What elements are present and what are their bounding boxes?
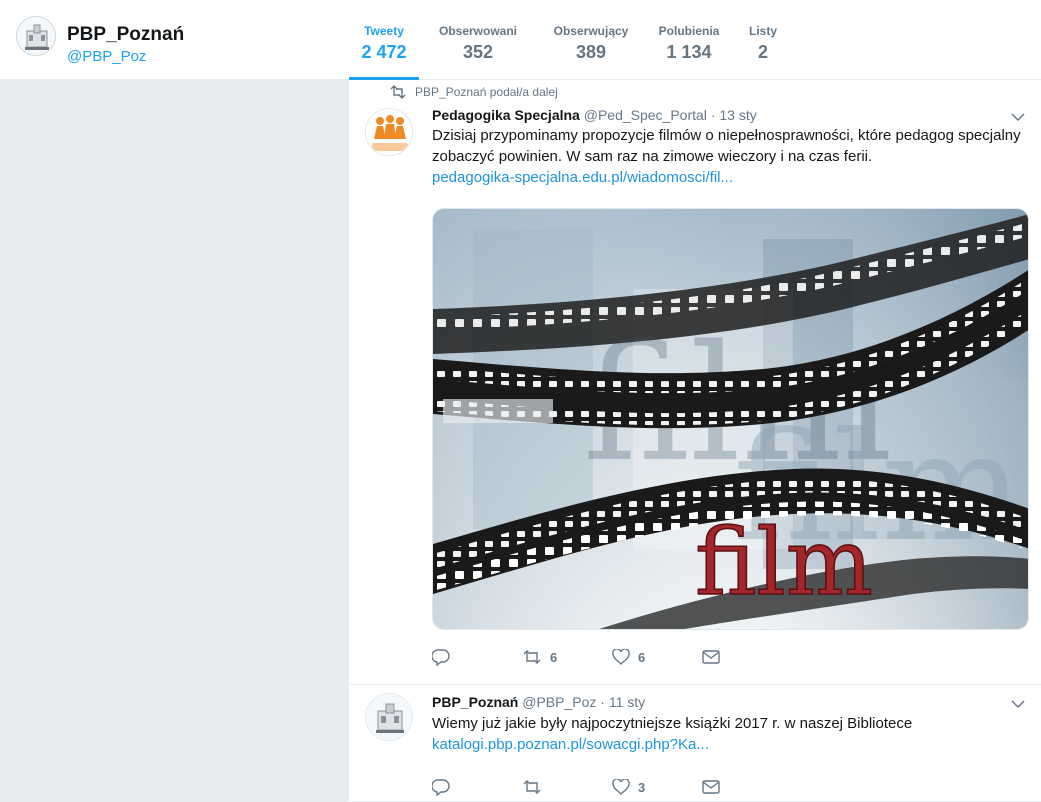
like-count: 6: [638, 649, 646, 665]
tweet-body: Wiemy już jakie były najpoczytniejsze ks…: [432, 715, 913, 732]
stat-likes[interactable]: Polubienia 1 134: [645, 0, 733, 80]
stat-tweets-value: 2 472: [361, 42, 407, 62]
profile-header: PBP_Poznań @PBP_Poz Tweety 2 472 Obserwo…: [0, 0, 1041, 80]
profile-name[interactable]: PBP_Poznań: [67, 24, 184, 46]
tweet-media-image[interactable]: film film film: [432, 208, 1029, 630]
stat-following[interactable]: Obserwowani 352: [419, 0, 537, 80]
retweet-icon: [390, 85, 406, 99]
tweet-separator: ·: [710, 107, 716, 123]
stat-likes-value: 1 134: [666, 42, 712, 62]
profile-avatar[interactable]: [16, 16, 56, 56]
reply-icon: [432, 779, 450, 796]
retweet-context: PBP_Poznań podał/a dalej: [389, 84, 558, 100]
tweet-actions: 3: [432, 778, 792, 796]
tweet-author[interactable]: PBP_Poznań: [432, 694, 518, 710]
media-film-text: film: [695, 509, 873, 616]
retweet-count: 6: [550, 649, 558, 665]
tweet-avatar[interactable]: [365, 693, 413, 741]
tweet-username[interactable]: @Ped_Spec_Portal: [584, 107, 707, 123]
reply-icon: [432, 649, 450, 666]
retweet-context-text: PBP_Poznań podał/a dalej: [415, 85, 558, 99]
tweet-date[interactable]: 13 sty: [719, 107, 756, 123]
chevron-down-icon[interactable]: [1011, 112, 1025, 122]
tweet-body: Dzisiaj przypominamy propozycje filmów o…: [432, 127, 1021, 165]
tweet-header: PBP_Poznań @PBP_Poz · 11 sty: [432, 693, 645, 711]
tweet[interactable]: PBP_Poznań podał/a dalej Pedagogika Spec…: [349, 80, 1041, 685]
profile-stats-nav: Tweety 2 472 Obserwowani 352 Obserwujący…: [349, 0, 793, 80]
stat-following-label: Obserwowani: [438, 24, 518, 38]
profile-handle[interactable]: @PBP_Poz: [67, 48, 146, 66]
left-sidebar-background: [0, 80, 349, 802]
envelope-icon: [702, 780, 720, 794]
tweet-username[interactable]: @PBP_Poz: [522, 694, 596, 710]
tweet-avatar[interactable]: [365, 108, 413, 156]
reply-button[interactable]: [432, 648, 522, 666]
tweet-text: Dzisiaj przypominamy propozycje filmów o…: [432, 125, 1032, 188]
stat-followers[interactable]: Obserwujący 389: [537, 0, 645, 80]
tweet-separator: ·: [600, 694, 605, 710]
stat-tweets-label: Tweety: [364, 24, 404, 38]
retweet-icon: [523, 780, 541, 794]
chevron-down-icon[interactable]: [1011, 699, 1025, 709]
heart-icon: [612, 649, 630, 665]
stat-followers-value: 389: [575, 42, 607, 62]
like-button[interactable]: 6: [612, 649, 702, 665]
retweet-icon: [523, 650, 541, 664]
retweet-button[interactable]: [522, 779, 612, 795]
stat-followers-label: Obserwujący: [553, 24, 629, 38]
like-button[interactable]: 3: [612, 779, 702, 795]
reply-button[interactable]: [432, 778, 522, 796]
like-count: 3: [638, 779, 646, 795]
stat-lists[interactable]: Listy 2: [733, 0, 793, 80]
tweet-link[interactable]: pedagogika-specjalna.edu.pl/wiadomosci/f…: [432, 167, 1032, 188]
direct-message-button[interactable]: [702, 780, 792, 794]
stat-likes-label: Polubienia: [658, 24, 720, 38]
stat-following-value: 352: [462, 42, 494, 62]
envelope-icon: [702, 650, 720, 664]
tweet-author[interactable]: Pedagogika Specjalna: [432, 107, 580, 123]
tweet-actions: 6 6: [432, 648, 792, 666]
heart-icon: [612, 779, 630, 795]
tweet-text: Wiemy już jakie były najpoczytniejsze ks…: [432, 713, 1032, 755]
timeline: PBP_Poznań podał/a dalej Pedagogika Spec…: [349, 80, 1041, 802]
tweet-date[interactable]: 11 sty: [609, 694, 645, 710]
stat-lists-label: Listy: [748, 24, 777, 38]
tweet-header: Pedagogika Specjalna @Ped_Spec_Portal · …: [432, 106, 757, 124]
stat-lists-value: 2: [757, 42, 768, 62]
tweet-link[interactable]: katalogi.pbp.poznan.pl/sowacgi.php?Ka...: [432, 734, 1032, 755]
stat-tweets[interactable]: Tweety 2 472: [349, 0, 419, 80]
retweet-button[interactable]: 6: [522, 649, 612, 665]
direct-message-button[interactable]: [702, 650, 792, 664]
